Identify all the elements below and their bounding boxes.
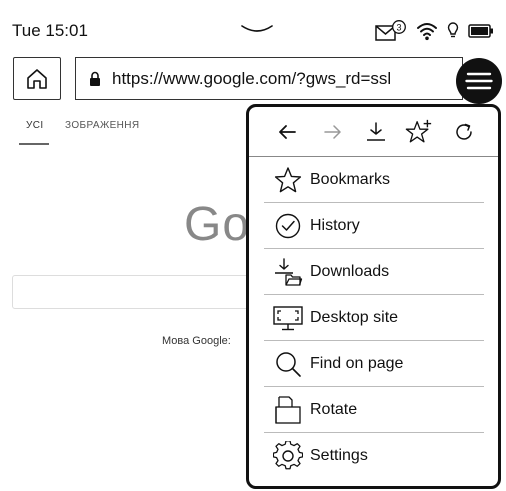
search-icon [272, 348, 304, 380]
menu-item-label: History [310, 216, 360, 234]
home-button[interactable] [13, 57, 61, 100]
menu-item-history[interactable]: History [264, 203, 484, 249]
navigation-bar: https://www.google.com/?gws_rd=ssl [0, 56, 506, 104]
back-button[interactable] [273, 119, 301, 145]
menu-item-rotate[interactable]: Rotate [264, 387, 484, 433]
wifi-icon [417, 23, 437, 41]
light-bulb-icon [447, 22, 459, 38]
menu-item-find-on-page[interactable]: Find on page [264, 341, 484, 387]
menu-toolbar [249, 107, 498, 157]
menu-item-settings[interactable]: Settings [264, 433, 484, 479]
tab-all[interactable]: УСІ [26, 120, 44, 131]
menu-list: Bookmarks History Downloads Desktop site… [249, 157, 498, 479]
google-logo: Go [184, 198, 251, 251]
status-bar: Tue 15:01 3 [0, 0, 506, 56]
download-icon [367, 122, 385, 141]
add-bookmark-icon [405, 119, 432, 143]
status-time: Tue 15:01 [12, 21, 88, 40]
add-bookmark-button[interactable] [405, 119, 433, 145]
rotate-icon [272, 394, 304, 426]
menu-item-label: Downloads [310, 262, 390, 280]
menu-item-bookmarks[interactable]: Bookmarks [264, 157, 484, 203]
reload-button[interactable] [450, 119, 478, 145]
search-input[interactable] [12, 275, 272, 309]
menu-item-downloads[interactable]: Downloads [264, 249, 484, 295]
menu-item-label: Settings [310, 447, 368, 464]
active-tab-indicator [19, 143, 49, 145]
hamburger-menu-icon [465, 72, 493, 90]
url-text[interactable]: https://www.google.com/?gws_rd=ssl [112, 69, 391, 89]
forward-arrow-icon [324, 125, 341, 139]
browser-menu: Bookmarks History Downloads Desktop site… [246, 104, 501, 489]
downloads-folder-icon [272, 256, 304, 288]
reload-icon [456, 123, 472, 140]
tab-images[interactable]: ЗОБРАЖЕННЯ [65, 120, 140, 131]
gear-icon [272, 440, 304, 472]
menu-item-label: Desktop site [310, 308, 399, 326]
menu-item-desktop-site[interactable]: Desktop site [264, 295, 484, 341]
battery-icon [468, 24, 493, 38]
save-page-button[interactable] [362, 119, 390, 145]
language-label: Мова Google: [162, 335, 231, 347]
status-icons: 3 [375, 20, 494, 42]
chevron-down-icon[interactable] [240, 22, 274, 38]
clock-check-icon [272, 210, 304, 242]
menu-item-label: Find on page [310, 354, 404, 372]
menu-item-label: Rotate [310, 400, 358, 418]
mail-badge-count: 3 [396, 23, 401, 33]
mail-icon: 3 [375, 20, 406, 41]
address-bar[interactable]: https://www.google.com/?gws_rd=ssl [75, 57, 463, 100]
menu-button[interactable] [456, 58, 502, 104]
desktop-monitor-icon [272, 302, 304, 334]
home-icon [27, 68, 47, 89]
menu-item-label: Bookmarks [310, 170, 391, 188]
lock-icon [90, 71, 100, 86]
forward-button[interactable] [319, 119, 347, 145]
star-icon [272, 164, 304, 196]
back-arrow-icon [279, 125, 296, 139]
